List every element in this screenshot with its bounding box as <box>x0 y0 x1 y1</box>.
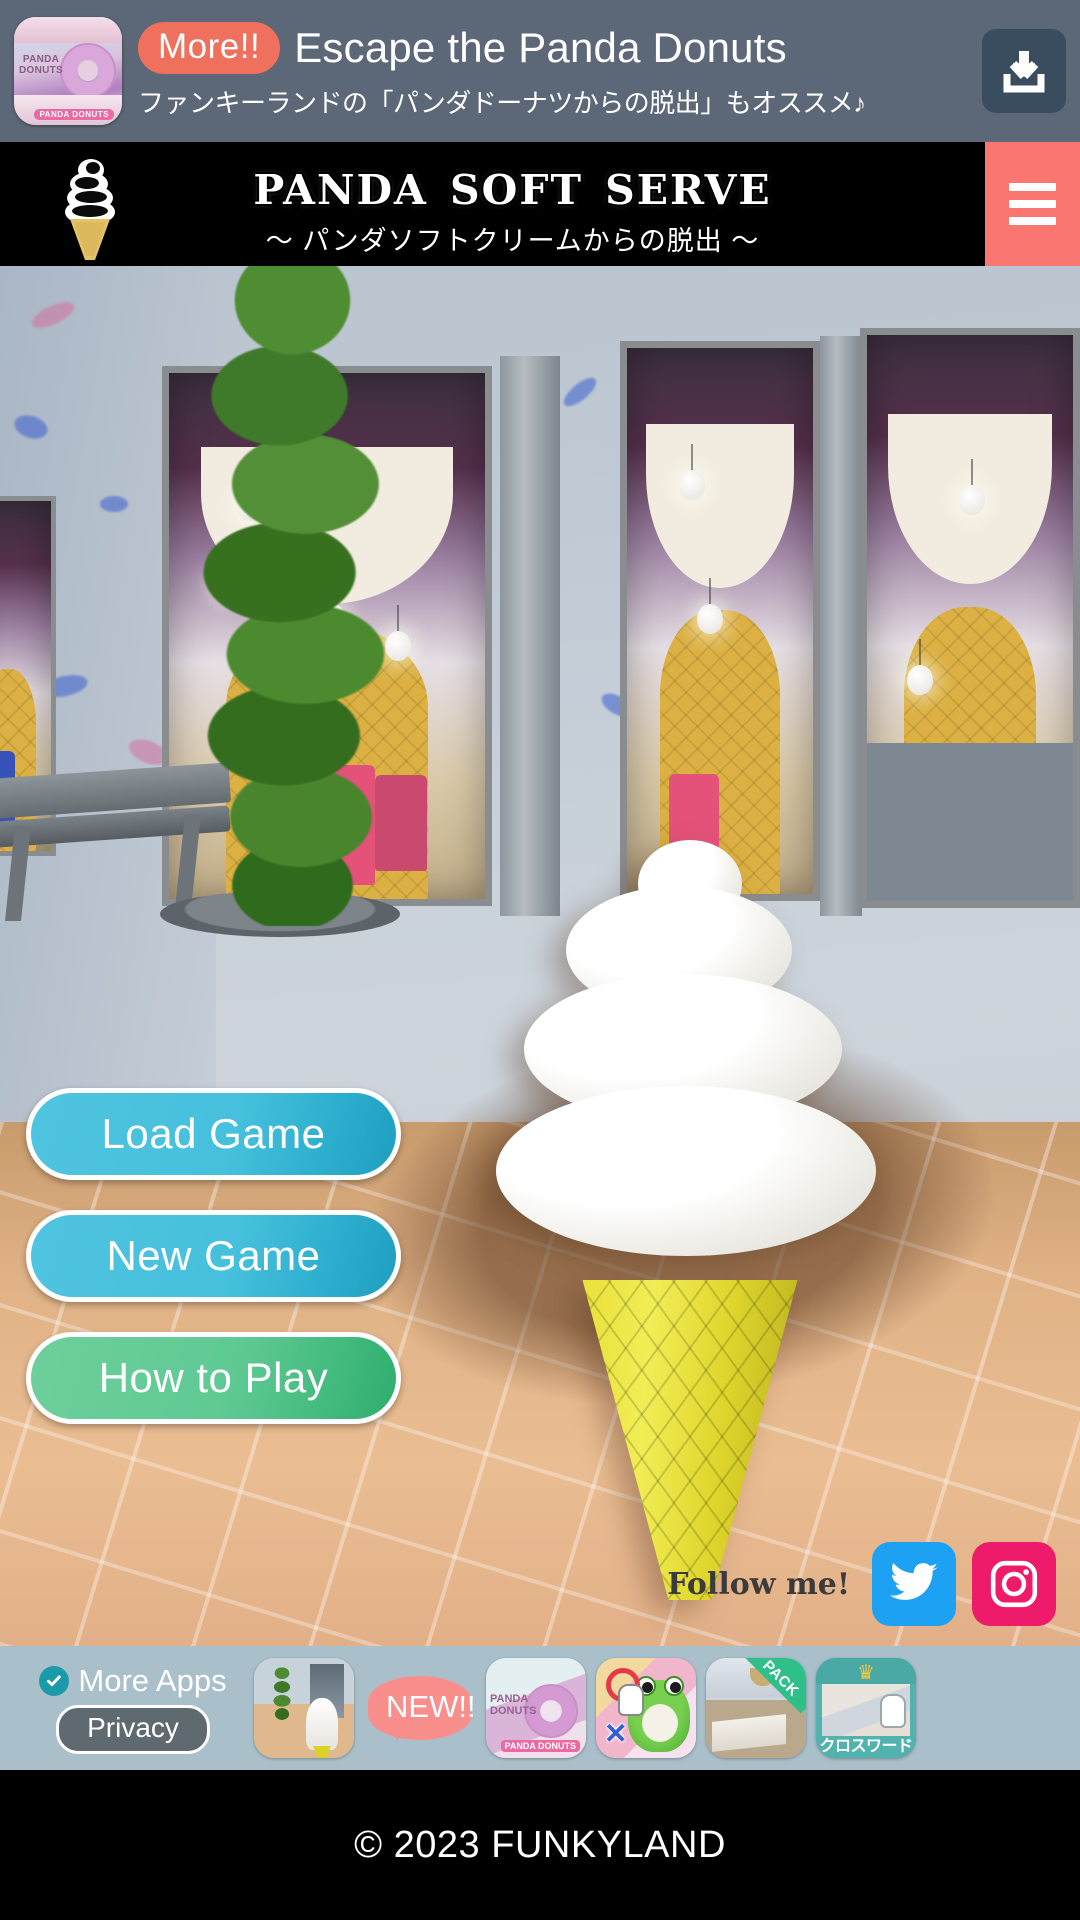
app-icon-panda-soft-serve[interactable] <box>254 1658 354 1758</box>
how-to-play-button[interactable]: How to Play <box>26 1332 401 1424</box>
scene-tree <box>185 266 400 926</box>
icon-frog-belly <box>642 1704 678 1742</box>
instagram-button[interactable] <box>972 1542 1056 1626</box>
thumb-tag: PANDA DONUTS <box>34 109 114 120</box>
promo-ad-subtitle: ファンキーランドの「パンダドーナツからの脱出」もオススメ♪ <box>138 88 866 118</box>
twitter-icon <box>889 1562 938 1600</box>
page-subtitle: 〜 パンダソフトクリームからの脱出 〜 <box>265 225 760 256</box>
wall-splatter <box>100 496 128 512</box>
copyright-text: © 2023 FUNKYLAND <box>354 1823 726 1866</box>
new-badge: NEW!! <box>368 1676 476 1740</box>
social-links: Follow me! <box>667 1542 1056 1626</box>
hero-soft-serve <box>490 840 890 1600</box>
icon-label: クロスワード <box>819 1738 913 1755</box>
icon-tag: PANDA DONUTS <box>500 1740 580 1752</box>
page-title: Panda Soft Serve <box>253 149 772 218</box>
background-scene <box>0 266 1080 1646</box>
follow-me-label: Follow me! <box>667 1566 850 1602</box>
footer: © 2023 FUNKYLAND <box>0 1770 1080 1920</box>
promo-ad-banner[interactable]: PANDA DONUTS PANDA DONUTS More!! Escape t… <box>0 0 1080 142</box>
load-game-button[interactable]: Load Game <box>26 1088 401 1180</box>
promo-more-badge[interactable]: More!! <box>138 22 281 74</box>
icon-table <box>712 1714 786 1752</box>
window-cream-wall <box>645 424 795 589</box>
icon-soft-serve <box>306 1698 338 1750</box>
ceiling-bulb <box>959 485 985 515</box>
app-icon-crossword[interactable]: ♛ クロスワード <box>816 1658 916 1758</box>
promo-ad-title: Escape the Panda Donuts <box>294 24 787 71</box>
more-apps-label: More Apps <box>78 1662 227 1698</box>
download-button[interactable] <box>982 29 1066 113</box>
check-badge-icon <box>39 1665 70 1696</box>
scene-window-right-b <box>860 328 1080 908</box>
main-menu: Load Game New Game How to Play <box>26 1088 401 1424</box>
hamburger-bar-2 <box>1009 200 1056 208</box>
ceiling-bulb <box>907 665 933 695</box>
more-apps-bar: More Apps Privacy NEW!! PANDA DONUTS PAND… <box>0 1646 1080 1770</box>
ceiling-bulb <box>679 470 705 500</box>
hamburger-bar-3 <box>1009 217 1056 225</box>
new-game-button[interactable]: New Game <box>26 1210 401 1302</box>
promo-ad-text: More!! Escape the Panda Donuts ファンキーランドの… <box>122 22 972 120</box>
hamburger-bar-1 <box>1009 183 1056 191</box>
window-floor <box>867 742 1073 901</box>
promo-app-thumbnail[interactable]: PANDA DONUTS PANDA DONUTS <box>14 17 122 125</box>
ceiling-bulb <box>697 604 723 634</box>
icon-pointer-hand <box>618 1684 644 1716</box>
app-icon-panda-donuts[interactable]: PANDA DONUTS PANDA DONUTS <box>486 1658 586 1758</box>
hamburger-menu-button[interactable] <box>985 142 1080 266</box>
app-icon-frog[interactable]: ✕ <box>596 1658 696 1758</box>
thumb-ceiling <box>14 17 122 43</box>
game-title-inner: Panda Soft Serve 〜 パンダソフトクリームからの脱出 〜 <box>0 142 985 266</box>
icon-frog-eye <box>664 1676 684 1696</box>
soft-serve-cone-icon <box>65 159 115 260</box>
app-screen: PANDA DONUTS PANDA DONUTS More!! Escape t… <box>0 0 1080 1920</box>
game-stage: Load Game New Game How to Play Follow me… <box>0 266 1080 1646</box>
promo-ad-headline-row: More!! Escape the Panda Donuts <box>138 22 972 74</box>
thumb-label: PANDA DONUTS <box>19 54 64 76</box>
download-icon <box>1003 51 1045 93</box>
crown-icon: ♛ <box>857 1662 875 1684</box>
game-title-bar: Panda Soft Serve 〜 パンダソフトクリームからの脱出 〜 <box>0 142 1080 266</box>
app-icon-room-pack[interactable]: PACK <box>706 1658 806 1758</box>
scene-pillar <box>820 336 862 916</box>
more-apps-link[interactable]: More Apps <box>39 1662 227 1699</box>
icon-tree <box>270 1666 294 1726</box>
privacy-button[interactable]: Privacy <box>56 1704 210 1754</box>
icon-cross-mark: ✕ <box>604 1718 628 1749</box>
icon-text: PANDA DONUTS <box>490 1693 537 1717</box>
more-apps-left: More Apps Privacy <box>22 1663 244 1754</box>
thumb-donut <box>60 43 116 99</box>
scene-pillar <box>500 356 560 916</box>
instagram-icon <box>990 1560 1038 1608</box>
scene-window-right-a <box>620 341 820 901</box>
swirl-3 <box>496 1086 876 1256</box>
twitter-button[interactable] <box>872 1542 956 1626</box>
app-icon-list: NEW!! PANDA DONUTS PANDA DONUTS ✕ PACK ♛… <box>254 1658 1068 1758</box>
icon-pointer-hand <box>880 1694 906 1728</box>
check-icon <box>47 1675 62 1686</box>
